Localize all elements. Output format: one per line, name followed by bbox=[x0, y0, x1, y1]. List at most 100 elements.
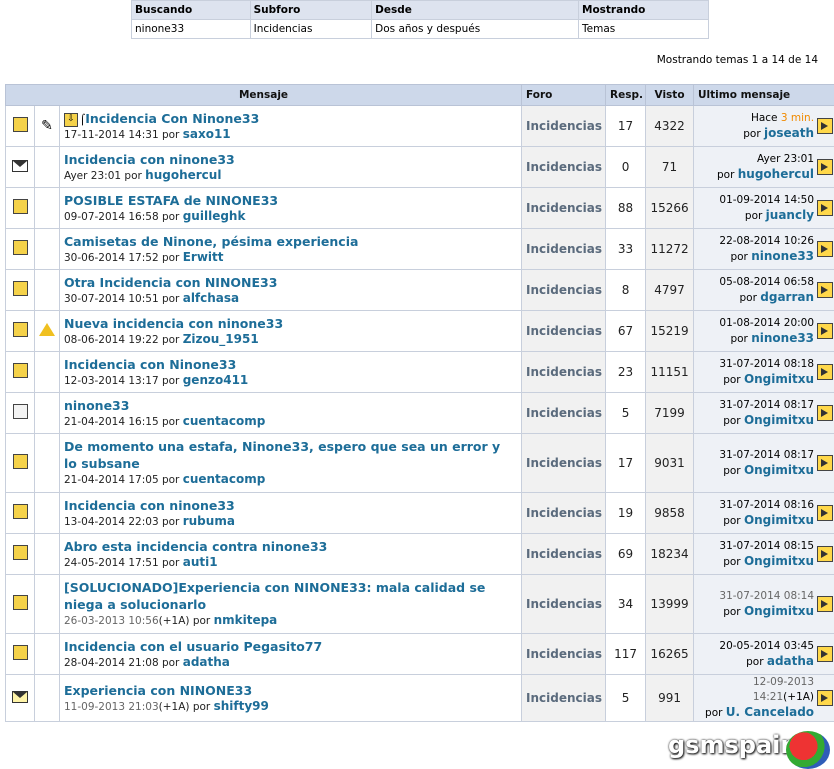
go-to-last-post-icon[interactable] bbox=[817, 118, 834, 134]
topic-forum-link[interactable]: Incidencias bbox=[521, 105, 607, 147]
topic-author-link[interactable]: adatha bbox=[183, 655, 230, 669]
topic-message-cell: Otra Incidencia con NINONE33 30-07-2014 1… bbox=[58, 269, 523, 311]
topic-replies: 69 bbox=[605, 533, 647, 575]
topic-date: 08-06-2014 19:22 bbox=[64, 333, 159, 346]
criteria-value-desde: Dos años y después bbox=[371, 19, 579, 39]
topic-row: Camisetas de Ninone, pésima experiencia 3… bbox=[5, 228, 834, 270]
last-post-user-link[interactable]: joseath bbox=[764, 126, 814, 140]
topic-forum-link[interactable]: Incidencias bbox=[521, 492, 607, 534]
go-to-last-post-icon[interactable] bbox=[817, 200, 834, 216]
topic-author-link[interactable]: guilleghk bbox=[183, 209, 246, 223]
topic-views: 9031 bbox=[645, 433, 695, 493]
go-to-last-post-icon[interactable] bbox=[817, 455, 834, 471]
topic-type-icon-cell bbox=[34, 269, 60, 311]
topic-title-link[interactable]: Experiencia con NINONE33 bbox=[64, 683, 252, 698]
topic-forum-link[interactable]: Incidencias bbox=[521, 310, 607, 352]
go-to-last-post-icon[interactable] bbox=[817, 690, 834, 706]
topic-replies: 19 bbox=[605, 492, 647, 534]
topic-author-link[interactable]: Erwitt bbox=[183, 250, 224, 264]
topic-author-link[interactable]: alfchasa bbox=[183, 291, 239, 305]
topic-author-link[interactable]: rubuma bbox=[183, 514, 235, 528]
topic-last-post-cell: 31-07-2014 08:15 por Ongimitxu bbox=[693, 533, 834, 575]
topic-title-link[interactable]: De momento una estafa, Ninone33, espero … bbox=[64, 439, 500, 471]
topic-forum-link[interactable]: Incidencias bbox=[521, 146, 607, 188]
last-post-user-link[interactable]: adatha bbox=[767, 654, 814, 668]
topic-type-icon-cell bbox=[34, 533, 60, 575]
topic-title-link[interactable]: Camisetas de Ninone, pésima experiencia bbox=[64, 234, 358, 249]
topic-views: 11151 bbox=[645, 351, 695, 393]
last-post-por-label: por bbox=[746, 655, 764, 668]
last-post-por-label: por bbox=[739, 291, 757, 304]
go-to-last-post-icon[interactable] bbox=[817, 546, 834, 562]
topic-title-link[interactable]: [SOLUCIONADO]Experiencia con NINONE33: m… bbox=[64, 580, 485, 612]
topic-date: 21-04-2014 16:15 bbox=[64, 415, 159, 428]
topic-title-link[interactable]: Abro esta incidencia contra ninone33 bbox=[64, 539, 327, 554]
topic-replies: 5 bbox=[605, 674, 647, 722]
topic-forum-link[interactable]: Incidencias bbox=[521, 269, 607, 311]
topic-status-icon-cell bbox=[5, 310, 35, 352]
topic-type-icon-cell bbox=[34, 146, 60, 188]
topic-title-link[interactable]: Incidencia con ninone33 bbox=[64, 498, 235, 513]
topic-title-link[interactable]: Incidencia con ninone33 bbox=[64, 152, 235, 167]
last-post-user-link[interactable]: U. Cancelado bbox=[726, 705, 814, 719]
criteria-header-buscando: Buscando bbox=[131, 0, 251, 20]
go-to-last-post-icon[interactable] bbox=[817, 241, 834, 257]
topic-title-link[interactable]: Incidencia con Ninone33 bbox=[64, 357, 236, 372]
topic-forum-link[interactable]: Incidencias bbox=[521, 433, 607, 493]
topic-author-link[interactable]: shifty99 bbox=[214, 699, 269, 713]
topic-forum-link[interactable]: Incidencias bbox=[521, 674, 607, 722]
last-post-user-link[interactable]: Ongimitxu bbox=[744, 372, 814, 386]
topic-author-link[interactable]: saxo11 bbox=[183, 127, 231, 141]
go-to-last-post-icon[interactable] bbox=[817, 159, 834, 175]
topic-author-link[interactable]: nmkitepa bbox=[214, 613, 278, 627]
criteria-value-mostrando: Temas bbox=[578, 19, 709, 39]
topic-row: Otra Incidencia con NINONE33 30-07-2014 1… bbox=[5, 269, 834, 311]
topic-title-link[interactable]: Otra Incidencia con NINONE33 bbox=[64, 275, 277, 290]
topic-date: 12-03-2014 13:17 bbox=[64, 374, 159, 387]
topic-title-link[interactable]: Incidencia con el usuario Pegasito77 bbox=[64, 639, 322, 654]
last-post-user-link[interactable]: Ongimitxu bbox=[744, 604, 814, 618]
go-to-last-post-icon[interactable] bbox=[817, 323, 834, 339]
topic-forum-link[interactable]: Incidencias bbox=[521, 533, 607, 575]
column-visto: Visto bbox=[645, 84, 695, 106]
topic-date: 24-05-2014 17:51 bbox=[64, 556, 159, 569]
last-post-age: 3 min. bbox=[780, 111, 815, 124]
go-to-last-post-icon[interactable] bbox=[817, 596, 834, 612]
topic-author-link[interactable]: cuentacomp bbox=[183, 414, 266, 428]
column-foro: Foro bbox=[521, 84, 607, 106]
go-to-last-post-icon[interactable] bbox=[817, 364, 834, 380]
topic-status-icon-cell bbox=[5, 187, 35, 229]
topic-extra: (+1A) bbox=[158, 700, 190, 713]
topic-title-link[interactable]: Incidencia Con Ninone33 bbox=[85, 111, 259, 126]
last-post-user-link[interactable]: Ongimitxu bbox=[744, 413, 814, 427]
go-to-last-post-icon[interactable] bbox=[817, 505, 834, 521]
go-to-last-post-icon[interactable] bbox=[817, 646, 834, 662]
topic-title-link[interactable]: POSIBLE ESTAFA de NINONE33 bbox=[64, 193, 278, 208]
topic-title-link[interactable]: Nueva incidencia con ninone33 bbox=[64, 316, 283, 331]
last-post-user-link[interactable]: hugohercul bbox=[738, 167, 814, 181]
go-to-last-post-icon[interactable] bbox=[817, 282, 834, 298]
topic-forum-link[interactable]: Incidencias bbox=[521, 187, 607, 229]
topic-forum-link[interactable]: Incidencias bbox=[521, 351, 607, 393]
topic-type-icon-cell bbox=[34, 310, 60, 352]
topic-author-link[interactable]: Zizou_1951 bbox=[183, 332, 259, 346]
last-post-user-link[interactable]: ninone33 bbox=[751, 331, 814, 345]
topic-author-link[interactable]: genzo411 bbox=[183, 373, 249, 387]
topic-forum-link[interactable]: Incidencias bbox=[521, 228, 607, 270]
last-post-user-link[interactable]: Ongimitxu bbox=[744, 554, 814, 568]
go-to-last-post-icon[interactable] bbox=[817, 405, 834, 421]
topic-author-link[interactable]: hugohercul bbox=[145, 168, 221, 182]
last-post-user-link[interactable]: Ongimitxu bbox=[744, 463, 814, 477]
topic-forum-link[interactable]: Incidencias bbox=[521, 633, 607, 675]
last-post-user-link[interactable]: dgarran bbox=[760, 290, 814, 304]
folder-icon bbox=[12, 404, 28, 419]
topic-author-link[interactable]: auti1 bbox=[183, 555, 218, 569]
last-post-user-link[interactable]: Ongimitxu bbox=[744, 513, 814, 527]
topic-author-link[interactable]: cuentacomp bbox=[183, 472, 266, 486]
topic-title-link[interactable]: ninone33 bbox=[64, 398, 129, 413]
topic-message-cell: ⇩ ⌠Incidencia Con Ninone33 17-11-2014 14:3… bbox=[58, 105, 523, 147]
last-post-user-link[interactable]: juancly bbox=[766, 208, 814, 222]
last-post-user-link[interactable]: ninone33 bbox=[751, 249, 814, 263]
topic-forum-link[interactable]: Incidencias bbox=[521, 574, 607, 634]
topic-forum-link[interactable]: Incidencias bbox=[521, 392, 607, 434]
